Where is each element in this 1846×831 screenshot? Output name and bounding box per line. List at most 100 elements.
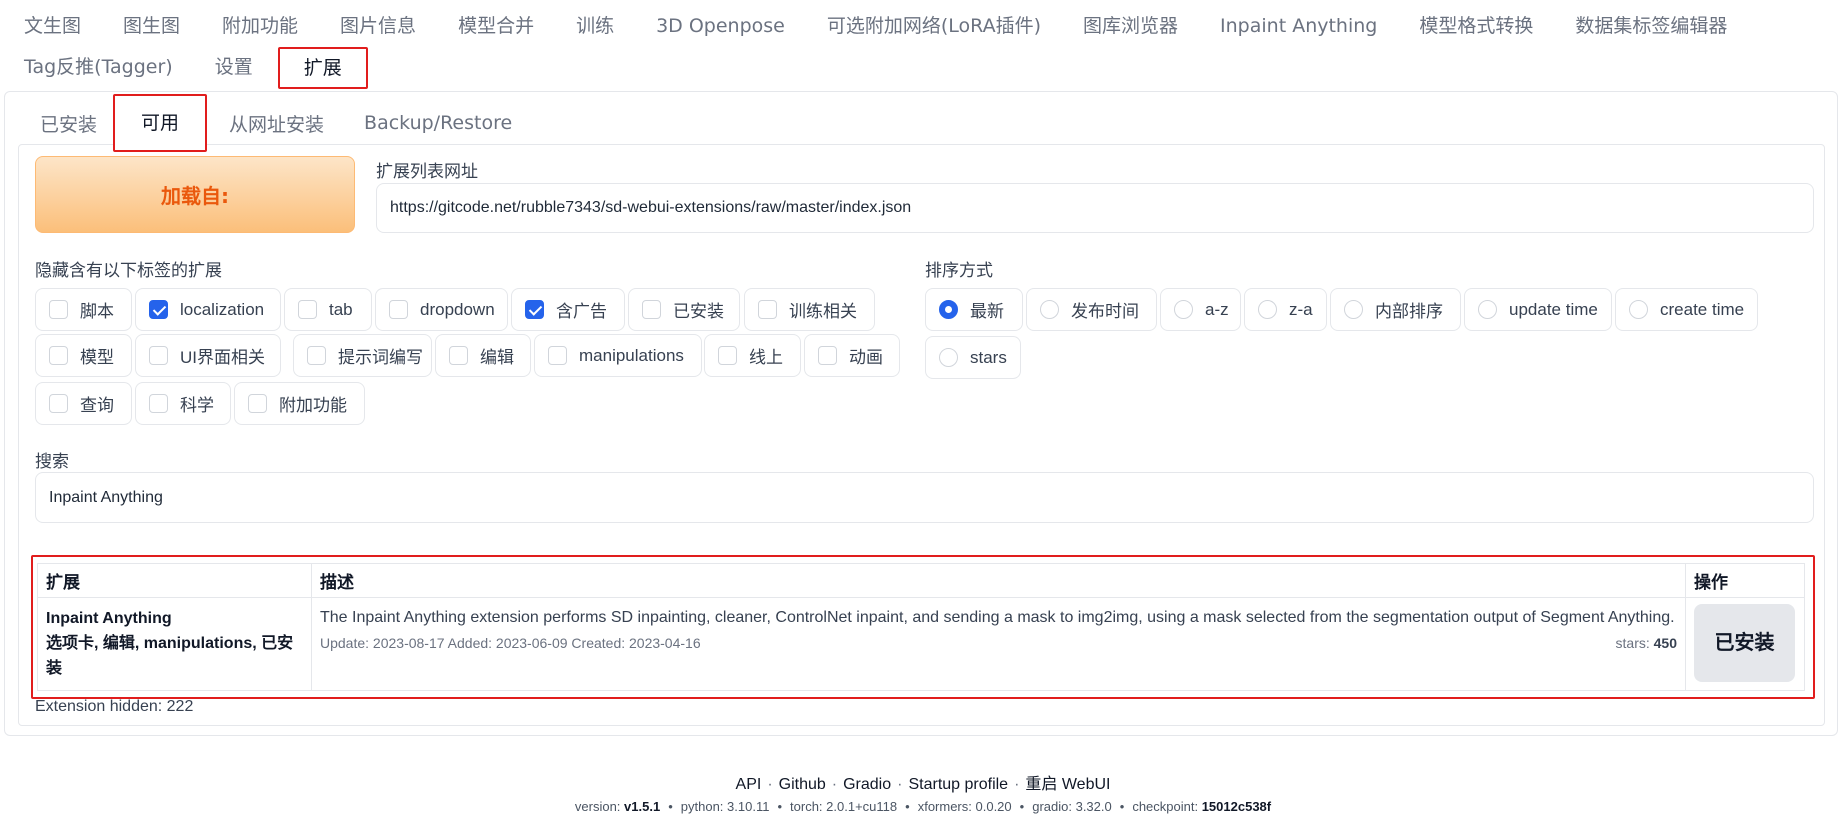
extension-list-url-input[interactable]: https://gitcode.net/rubble7343/sd-webui-… xyxy=(376,183,1814,233)
tab-tagger[interactable]: Tag反推(Tagger) xyxy=(24,47,194,88)
top-tab-row-1: 文生图 图生图 附加功能 图片信息 模型合并 训练 3D Openpose 可选… xyxy=(24,6,1822,47)
hide-tag-ads[interactable]: 含广告 xyxy=(511,288,625,331)
tab-available[interactable]: 可用 xyxy=(113,94,208,152)
load-from-button[interactable]: 加载自: xyxy=(35,156,355,233)
footer-github-link[interactable]: Github xyxy=(779,776,826,793)
checkpoint-info: checkpoint: 15012c538f xyxy=(1132,799,1272,814)
xformers-info: xformers: 0.0.20 xyxy=(917,799,1012,814)
python-info: python: 3.10.11 xyxy=(680,799,770,814)
extension-meta: Update: 2023-08-17 Added: 2023-06-09 Cre… xyxy=(320,635,1677,651)
tab-txt2img[interactable]: 文生图 xyxy=(24,6,102,47)
footer-gradio-link[interactable]: Gradio xyxy=(843,776,891,793)
footer-links: API · Github · Gradio · Startup profile · 重启 Web… xyxy=(735,776,1111,793)
extension-hidden-count: Extension hidden: 222 xyxy=(35,698,194,715)
hide-tag-dropdown[interactable]: dropdown xyxy=(375,288,508,331)
search-input[interactable]: Inpaint Anything xyxy=(35,472,1814,523)
hide-tag-editing[interactable]: 编辑 xyxy=(435,334,531,377)
extension-list-url-label: 扩展列表网址 xyxy=(376,162,478,182)
hide-tag-localization[interactable]: localization xyxy=(135,288,281,331)
checkbox-icon xyxy=(818,346,837,365)
tab-extras[interactable]: 附加功能 xyxy=(201,6,319,47)
sort-update-time[interactable]: update time xyxy=(1464,288,1612,331)
extensions-table: 扩展 描述 操作 Inpaint Anything 选项卡, 编辑, manip… xyxy=(37,563,1805,691)
tab-install-from-url[interactable]: 从网址安装 xyxy=(209,110,344,137)
checkbox-icon xyxy=(389,300,408,319)
tab-backup-restore[interactable]: Backup/Restore xyxy=(344,112,532,134)
sort-a-z[interactable]: a-z xyxy=(1160,288,1241,331)
stars-count: 450 xyxy=(1653,635,1677,651)
checkbox-icon xyxy=(49,346,68,365)
radio-icon xyxy=(1040,300,1059,319)
tab-model-converter[interactable]: 模型格式转换 xyxy=(1398,6,1554,47)
hide-tag-training[interactable]: 训练相关 xyxy=(744,288,875,331)
column-header-action: 操作 xyxy=(1685,563,1805,598)
checkbox-icon xyxy=(149,394,168,413)
tab-dataset-tag-editor[interactable]: 数据集标签编辑器 xyxy=(1554,6,1748,47)
checkbox-icon xyxy=(149,346,168,365)
tab-train[interactable]: 训练 xyxy=(555,6,635,47)
sort-release-time[interactable]: 发布时间 xyxy=(1026,288,1157,331)
gradio-info: gradio: 3.32.0 xyxy=(1032,799,1112,814)
footer-startup-profile-link[interactable]: Startup profile xyxy=(908,776,1008,793)
hide-tag-script[interactable]: 脚本 xyxy=(35,288,132,331)
tab-3d-openpose[interactable]: 3D Openpose xyxy=(635,6,806,47)
column-header-extension: 扩展 xyxy=(37,563,312,598)
footer-version-info: version: v1.5.1 • python: 3.10.11 • torch: 2… xyxy=(574,799,1272,814)
tab-checkpoint-merger[interactable]: 模型合并 xyxy=(437,6,555,47)
radio-icon xyxy=(1344,300,1363,319)
hide-tag-models[interactable]: 模型 xyxy=(35,334,132,377)
radio-icon xyxy=(939,348,958,367)
tab-installed[interactable]: 已安装 xyxy=(40,110,111,137)
tab-png-info[interactable]: 图片信息 xyxy=(319,6,437,47)
hide-tag-science[interactable]: 科学 xyxy=(135,382,231,425)
sort-label: 排序方式 xyxy=(925,261,993,281)
footer-api-link[interactable]: API xyxy=(736,776,762,793)
tab-inpaint-anything[interactable]: Inpaint Anything xyxy=(1199,6,1398,47)
checkbox-checked-icon xyxy=(149,300,168,319)
hide-tag-tab[interactable]: tab xyxy=(284,288,372,331)
installed-button[interactable]: 已安装 xyxy=(1694,604,1795,682)
checkbox-icon xyxy=(718,346,737,365)
hide-tags-label: 隐藏含有以下标签的扩展 xyxy=(35,261,222,281)
radio-icon xyxy=(1629,300,1648,319)
checkbox-checked-icon xyxy=(525,300,544,319)
checkbox-icon xyxy=(307,346,326,365)
top-tab-bar: 文生图 图生图 附加功能 图片信息 模型合并 训练 3D Openpose 可选… xyxy=(0,0,1846,89)
hide-tag-prompting[interactable]: 提示词编写 xyxy=(293,334,432,377)
table-header-row: 扩展 描述 操作 xyxy=(37,563,1805,598)
extension-name-link[interactable]: Inpaint Anything xyxy=(46,606,303,631)
checkbox-icon xyxy=(548,346,567,365)
hide-tag-manipulations[interactable]: manipulations xyxy=(534,334,702,377)
sort-create-time[interactable]: create time xyxy=(1615,288,1758,331)
tab-additional-networks[interactable]: 可选附加网络(LoRA插件) xyxy=(806,6,1062,47)
tab-extensions[interactable]: 扩展 xyxy=(277,46,368,89)
search-label: 搜索 xyxy=(35,452,69,472)
extension-dates: Update: 2023-08-17 Added: 2023-06-09 Cre… xyxy=(320,635,701,651)
sort-internal[interactable]: 内部排序 xyxy=(1330,288,1461,331)
checkbox-icon xyxy=(642,300,661,319)
torch-info: torch: 2.0.1+cu118 xyxy=(790,799,898,814)
hide-tag-animation[interactable]: 动画 xyxy=(804,334,900,377)
checkbox-icon xyxy=(49,394,68,413)
tab-img2img[interactable]: 图生图 xyxy=(102,6,201,47)
hide-tag-online[interactable]: 线上 xyxy=(704,334,801,377)
extension-tags: 选项卡, 编辑, manipulations, 已安装 xyxy=(46,635,294,677)
version-info: version: v1.5.1 xyxy=(574,799,661,814)
column-header-description: 描述 xyxy=(311,563,1686,598)
footer-reload-webui-link[interactable]: 重启 WebUI xyxy=(1025,776,1110,793)
hide-tag-extras[interactable]: 附加功能 xyxy=(234,382,365,425)
sort-newest[interactable]: 最新 xyxy=(925,288,1023,331)
radio-icon xyxy=(1478,300,1497,319)
extension-stars: stars: 450 xyxy=(1615,635,1677,651)
table-row: Inpaint Anything 选项卡, 编辑, manipulations,… xyxy=(37,597,1805,691)
hide-tag-ui-related[interactable]: UI界面相关 xyxy=(135,334,281,377)
hide-tag-query[interactable]: 查询 xyxy=(35,382,132,425)
hide-tag-installed[interactable]: 已安装 xyxy=(628,288,740,331)
sort-stars[interactable]: stars xyxy=(925,336,1021,379)
sort-z-a[interactable]: z-a xyxy=(1244,288,1327,331)
extension-description: The Inpaint Anything extension performs … xyxy=(320,609,1675,626)
description-cell: The Inpaint Anything extension performs … xyxy=(311,597,1686,691)
tab-settings[interactable]: 设置 xyxy=(194,47,274,88)
tab-image-browser[interactable]: 图库浏览器 xyxy=(1062,6,1199,47)
extension-cell: Inpaint Anything 选项卡, 编辑, manipulations,… xyxy=(37,597,312,691)
